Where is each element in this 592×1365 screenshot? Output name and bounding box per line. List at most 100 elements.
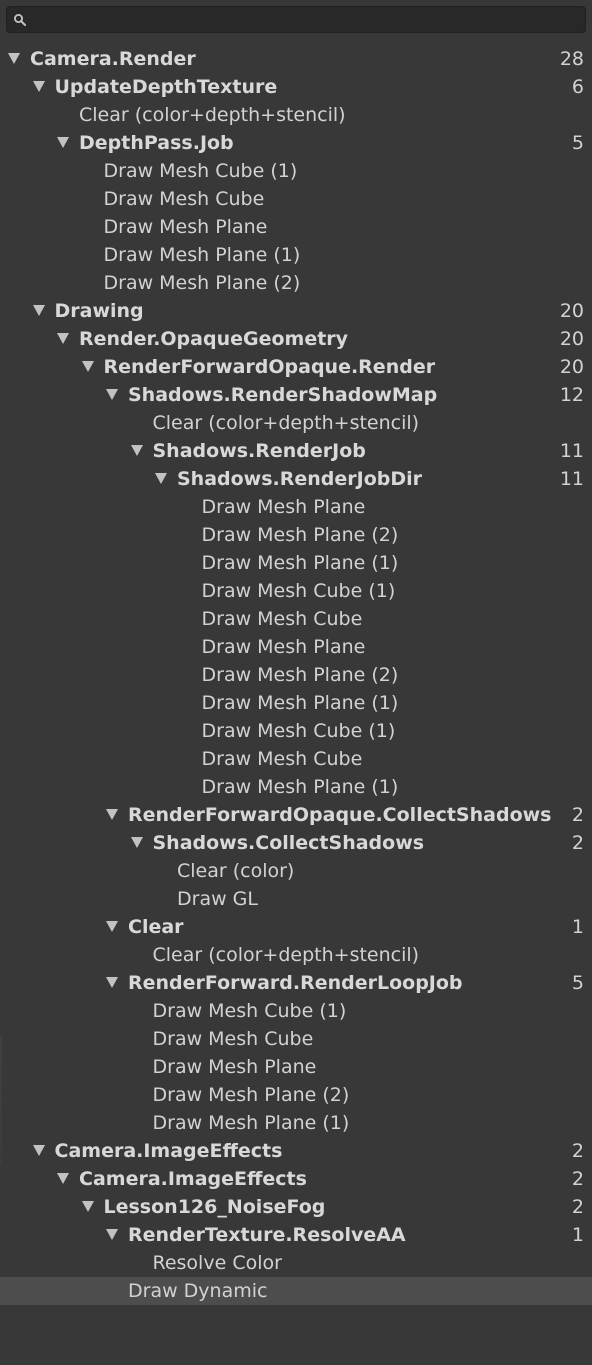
tree-group-row[interactable]: Clear 1	[0, 913, 592, 941]
tree-group-row[interactable]: Camera.ImageEffects 2	[0, 1137, 592, 1165]
tree-row-label: Render.OpaqueGeometry	[79, 328, 349, 350]
tree-group-row[interactable]: DepthPass.Job 5	[0, 129, 592, 157]
chevron-down-icon[interactable]	[81, 361, 94, 372]
chevron-down-icon[interactable]	[32, 1145, 45, 1156]
tree-event-row[interactable]: Draw Mesh Plane (1)	[0, 549, 592, 577]
chevron-down-icon[interactable]	[57, 1173, 69, 1184]
tree-event-row[interactable]: Draw Mesh Plane (2)	[0, 521, 592, 549]
tree-event-row[interactable]: Draw Mesh Cube (1)	[0, 717, 592, 745]
tree-row-label: Clear (color+depth+stencil)	[152, 412, 420, 434]
tree-row-label: Shadows.RenderJob	[152, 440, 366, 462]
tree-group-row[interactable]: RenderForwardOpaque.Render 20	[0, 353, 592, 381]
chevron-down-icon[interactable]	[130, 445, 143, 456]
chevron-down-icon[interactable]	[106, 809, 118, 820]
tree-row-label: Draw Mesh Cube	[103, 188, 265, 210]
tree-group-row[interactable]: Camera.Render 28	[0, 45, 592, 73]
chevron-down-icon[interactable]	[106, 977, 118, 988]
chevron-down-icon[interactable]	[57, 333, 69, 344]
tree-row-label: Draw Mesh Plane (2)	[103, 272, 301, 294]
tree-event-row[interactable]: Draw Mesh Plane (1)	[0, 1109, 592, 1137]
chevron-down-icon[interactable]	[155, 473, 167, 484]
chevron-down-icon[interactable]	[57, 137, 69, 148]
tree-event-row[interactable]: Clear (color)	[0, 857, 592, 885]
tree-row-label: Draw Mesh Plane (1)	[201, 776, 399, 798]
chevron-down-icon[interactable]	[106, 1229, 118, 1240]
chevron-down-icon[interactable]	[130, 837, 143, 848]
tree-event-row[interactable]: Draw Mesh Plane (2)	[0, 1081, 592, 1109]
chevron-down-icon[interactable]	[106, 389, 118, 400]
chevron-down-icon[interactable]	[8, 53, 20, 64]
tree-row-label: Clear (color+depth+stencil)	[152, 944, 420, 966]
tree-row-count: 11	[559, 468, 584, 490]
tree-event-row[interactable]: Draw Mesh Plane (1)	[0, 241, 592, 269]
tree-row-count: 5	[571, 132, 584, 154]
tree-event-row[interactable]: Draw Mesh Cube (1)	[0, 157, 592, 185]
tree-event-row[interactable]: Resolve Color	[0, 1249, 592, 1277]
tree-row-count: 2	[571, 1168, 584, 1190]
frame-debugger-event-tree: Camera.Render 28 UpdateDepthTexture 6 Clear …	[0, 0, 592, 1365]
tree-event-row[interactable]: Draw Mesh Plane	[0, 493, 592, 521]
tree-row-label: Draw Mesh Plane (1)	[201, 692, 399, 714]
tree-event-row[interactable]: Draw Mesh Plane	[0, 633, 592, 661]
tree-row-count: 2	[571, 1140, 584, 1162]
chevron-down-icon[interactable]	[106, 921, 118, 932]
tree-event-row[interactable]: Draw Mesh Plane	[0, 213, 592, 241]
tree-group-row[interactable]: RenderForward.RenderLoopJob 5	[0, 969, 592, 997]
tree-event-row[interactable]: Clear (color+depth+stencil)	[0, 941, 592, 969]
tree-row-label: Draw Mesh Plane (1)	[201, 552, 399, 574]
tree-event-row[interactable]: Draw Mesh Plane (1)	[0, 773, 592, 801]
tree-event-row[interactable]: Draw Mesh Cube (1)	[0, 577, 592, 605]
tree-row-label: DepthPass.Job	[79, 132, 234, 154]
tree-row-count: 2	[571, 1196, 584, 1218]
tree-row-label: Draw Mesh Plane (2)	[201, 524, 399, 546]
tree-event-row[interactable]: Draw Mesh Cube (1)	[0, 997, 592, 1025]
tree-row-label: Draw Mesh Plane	[201, 496, 366, 518]
tree-row-count: 6	[571, 76, 584, 98]
search-input[interactable]	[33, 9, 573, 30]
tree-event-row[interactable]: Draw Mesh Plane (2)	[0, 661, 592, 689]
tree-event-row[interactable]: Draw Mesh Cube	[0, 745, 592, 773]
tree-group-row[interactable]: UpdateDepthTexture 6	[0, 73, 592, 101]
tree-event-row[interactable]: Draw Mesh Cube	[0, 185, 592, 213]
tree-event-row[interactable]: Draw Mesh Cube	[0, 605, 592, 633]
tree-event-row[interactable]: Clear (color+depth+stencil)	[0, 101, 592, 129]
tree-event-row[interactable]: Draw GL	[0, 885, 592, 913]
tree-event-row[interactable]: Draw Mesh Plane (1)	[0, 689, 592, 717]
search-bar[interactable]	[6, 6, 586, 33]
tree-event-row[interactable]: Draw Mesh Cube	[0, 1025, 592, 1053]
tree-group-row[interactable]: Shadows.CollectShadows 2	[0, 829, 592, 857]
tree-group-row[interactable]: Lesson126_NoiseFog 2	[0, 1193, 592, 1221]
tree-row-label: Draw Mesh Plane (2)	[201, 664, 399, 686]
tree-row-label: RenderForward.RenderLoopJob	[128, 972, 463, 994]
tree-group-row[interactable]: RenderTexture.ResolveAA 1	[0, 1221, 592, 1249]
tree-event-row[interactable]: Draw Mesh Plane (2)	[0, 269, 592, 297]
tree-group-row[interactable]: Render.OpaqueGeometry 20	[0, 325, 592, 353]
event-tree: Camera.Render 28 UpdateDepthTexture 6 Clear …	[0, 45, 592, 1305]
chevron-down-icon[interactable]	[32, 81, 45, 92]
chevron-down-icon[interactable]	[32, 305, 45, 316]
tree-row-label: Draw Mesh Plane (1)	[103, 244, 301, 266]
tree-row-label: UpdateDepthTexture	[54, 76, 278, 98]
tree-row-label: Clear (color)	[177, 860, 295, 882]
tree-row-label: Shadows.CollectShadows	[152, 832, 425, 854]
tree-row-label: Camera.ImageEffects	[79, 1168, 307, 1190]
tree-row-label: Draw Mesh Plane	[103, 216, 268, 238]
chevron-down-icon[interactable]	[81, 1201, 94, 1212]
tree-row-label: Draw Mesh Plane (2)	[152, 1084, 350, 1106]
tree-group-row[interactable]: RenderForwardOpaque.CollectShadows 2	[0, 801, 592, 829]
tree-group-row[interactable]: Shadows.RenderShadowMap 12	[0, 381, 592, 409]
tree-row-label: Resolve Color	[152, 1252, 282, 1274]
tree-row-label: Clear (color+depth+stencil)	[79, 104, 346, 126]
tree-event-row[interactable]: Clear (color+depth+stencil)	[0, 409, 592, 437]
tree-row-count: 2	[571, 804, 584, 826]
tree-group-row[interactable]: Camera.ImageEffects 2	[0, 1165, 592, 1193]
tree-row-count: 28	[559, 48, 584, 70]
tree-event-row[interactable]: Draw Mesh Plane	[0, 1053, 592, 1081]
tree-row-label: Clear	[128, 916, 184, 938]
tree-row-label: Draw Mesh Plane	[152, 1056, 317, 1078]
tree-event-row[interactable]: Draw Dynamic	[0, 1277, 592, 1305]
tree-group-row[interactable]: Shadows.RenderJobDir 11	[0, 465, 592, 493]
tree-row-label: Lesson126_NoiseFog	[103, 1196, 326, 1218]
tree-group-row[interactable]: Drawing 20	[0, 297, 592, 325]
tree-group-row[interactable]: Shadows.RenderJob 11	[0, 437, 592, 465]
